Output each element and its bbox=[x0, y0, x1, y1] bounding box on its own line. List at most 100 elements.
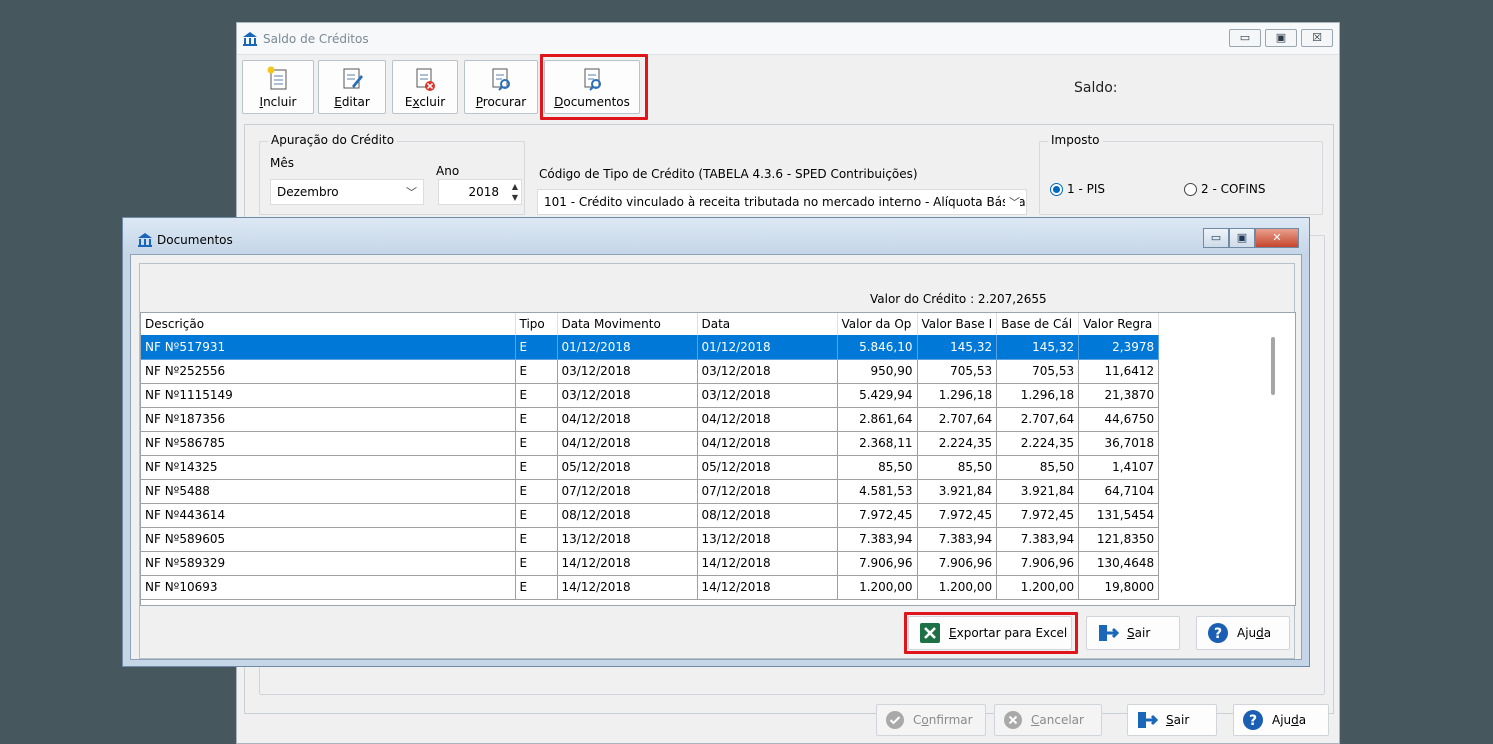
table-cell: 05/12/2018 bbox=[697, 455, 838, 480]
table-cell: 1.200,00 bbox=[837, 575, 918, 600]
table-cell: NF Nº443614 bbox=[141, 503, 516, 528]
table-cell: E bbox=[515, 431, 558, 456]
table-row[interactable]: NF Nº10693 E 14/12/2018 14/12/2018 1.200,00 1… bbox=[141, 575, 1160, 600]
svg-text:?: ? bbox=[1214, 626, 1222, 642]
radio-cofins-label: 2 - COFINS bbox=[1201, 182, 1266, 196]
radio-selected-icon bbox=[1050, 182, 1063, 196]
table-cell: 07/12/2018 bbox=[697, 479, 838, 504]
minimize-button[interactable]: ▭ bbox=[1229, 29, 1261, 47]
doc-sair-label: air bbox=[1134, 626, 1151, 640]
close-button[interactable]: ☒ bbox=[1301, 29, 1333, 47]
doc-close-button[interactable]: ✕ bbox=[1255, 228, 1299, 248]
table-cell: NF Nº187356 bbox=[141, 407, 516, 432]
saldo-label: Saldo: bbox=[1074, 80, 1118, 96]
table-cell: 705,53 bbox=[917, 359, 998, 384]
editar-label: ditar bbox=[341, 95, 370, 109]
table-cell: 7.972,45 bbox=[996, 503, 1080, 528]
table-cell: 04/12/2018 bbox=[697, 431, 838, 456]
documentos-highlight bbox=[540, 54, 648, 120]
table-cell: 7.906,96 bbox=[996, 551, 1080, 576]
doc-minimize-button[interactable]: ▭ bbox=[1203, 228, 1229, 248]
table-cell: 14/12/2018 bbox=[557, 575, 698, 600]
table-cell: 08/12/2018 bbox=[557, 503, 698, 528]
ajuda-button[interactable]: ? Ajuda bbox=[1233, 704, 1329, 736]
table-cell: 03/12/2018 bbox=[557, 383, 698, 408]
column-header[interactable]: Tipo bbox=[515, 313, 558, 335]
column-header[interactable]: Data bbox=[697, 313, 838, 335]
cancel-circle-icon bbox=[1004, 711, 1022, 729]
vertical-scrollbar[interactable] bbox=[1271, 337, 1275, 395]
confirmar-button[interactable]: Confirmar bbox=[876, 704, 986, 736]
table-row[interactable]: NF Nº517931 E 01/12/2018 01/12/2018 5.846,10… bbox=[141, 335, 1160, 360]
table-cell: 3.921,84 bbox=[917, 479, 998, 504]
table-row[interactable]: NF Nº586785 E 04/12/2018 04/12/2018 2.368,11… bbox=[141, 431, 1160, 456]
table-cell: 85,50 bbox=[996, 455, 1080, 480]
mes-select[interactable]: Dezembro ﹀ bbox=[270, 179, 424, 205]
table-row[interactable]: NF Nº589605 E 13/12/2018 13/12/2018 7.383,94… bbox=[141, 527, 1160, 552]
table-cell: 7.383,94 bbox=[837, 527, 918, 552]
close-icon: ☒ bbox=[1312, 31, 1322, 44]
apuracao-legend: Apuração do Crédito bbox=[268, 133, 398, 147]
table-cell: 950,90 bbox=[837, 359, 918, 384]
doc-sair-mnemonic: S bbox=[1127, 626, 1135, 640]
table-cell: NF Nº5488 bbox=[141, 479, 516, 504]
table-cell: 1.296,18 bbox=[996, 383, 1080, 408]
imposto-group: Imposto 1 - PIS 2 - COFINS bbox=[1039, 133, 1323, 215]
maximize-button[interactable]: ▣ bbox=[1265, 29, 1297, 47]
table-cell: 7.906,96 bbox=[917, 551, 998, 576]
valor-credito-label: Valor do Crédito : 2.207,2655 bbox=[870, 292, 1047, 306]
ano-spinner[interactable]: 2018 ▲ ▼ bbox=[438, 179, 522, 205]
editar-button[interactable]: Editar bbox=[318, 60, 386, 114]
table-cell: 36,7018 bbox=[1078, 431, 1160, 456]
table-cell: 7.972,45 bbox=[837, 503, 918, 528]
codigo-label: Código de Tipo de Crédito (TABELA 4.3.6 … bbox=[539, 167, 918, 181]
table-cell: 14/12/2018 bbox=[697, 551, 838, 576]
documentos-grid[interactable]: Descrição Tipo Data Movimento Data Valor da … bbox=[140, 312, 1296, 606]
procurar-button[interactable]: Procurar bbox=[464, 60, 538, 114]
column-header[interactable]: Descrição bbox=[141, 313, 516, 335]
table-row[interactable]: NF Nº443614 E 08/12/2018 08/12/2018 7.972,45… bbox=[141, 503, 1160, 528]
doc-maximize-button[interactable]: ▣ bbox=[1229, 228, 1255, 248]
table-cell: 2.707,64 bbox=[917, 407, 998, 432]
incluir-button[interactable]: Incluir bbox=[242, 60, 314, 114]
table-cell: 2.224,35 bbox=[917, 431, 998, 456]
cancelar-button[interactable]: Cancelar bbox=[994, 704, 1102, 736]
help-icon: ? bbox=[1243, 710, 1263, 730]
table-row[interactable]: NF Nº1115149 E 03/12/2018 03/12/2018 5.429,9… bbox=[141, 383, 1160, 408]
table-row[interactable]: NF Nº14325 E 05/12/2018 05/12/2018 85,50 85,5… bbox=[141, 455, 1160, 480]
check-circle-icon bbox=[886, 711, 904, 729]
table-row[interactable]: NF Nº589329 E 14/12/2018 14/12/2018 7.906,96… bbox=[141, 551, 1160, 576]
table-cell: 04/12/2018 bbox=[557, 431, 698, 456]
table-cell: E bbox=[515, 551, 558, 576]
column-header[interactable]: Valor da Op bbox=[837, 313, 918, 335]
table-cell: 2.224,35 bbox=[996, 431, 1080, 456]
table-cell: 2,3978 bbox=[1078, 335, 1160, 360]
cancelar-label: ancelar bbox=[1039, 713, 1084, 727]
sair-button[interactable]: Sair bbox=[1127, 704, 1217, 736]
column-header[interactable]: Valor Base I bbox=[917, 313, 998, 335]
doc-sair-button[interactable]: Sair bbox=[1086, 616, 1180, 650]
table-cell: E bbox=[515, 455, 558, 480]
table-cell: 1.296,18 bbox=[917, 383, 998, 408]
main-titlebar: Saldo de Créditos ▭ ▣ ☒ bbox=[237, 23, 1339, 55]
radio-cofins[interactable]: 2 - COFINS bbox=[1184, 182, 1265, 196]
mes-value: Dezembro bbox=[277, 185, 339, 199]
table-cell: NF Nº586785 bbox=[141, 431, 516, 456]
excluir-button[interactable]: Excluir bbox=[392, 60, 458, 114]
table-cell: 44,6750 bbox=[1078, 407, 1160, 432]
table-cell: E bbox=[515, 575, 558, 600]
codigo-select[interactable]: 101 - Crédito vinculado à receita tribut… bbox=[537, 189, 1027, 215]
column-header[interactable]: Base de Cál bbox=[996, 313, 1080, 335]
table-row[interactable]: NF Nº252556 E 03/12/2018 03/12/2018 950,90 70… bbox=[141, 359, 1160, 384]
incluir-label: ncluir bbox=[263, 95, 297, 109]
column-header[interactable]: Valor Regra bbox=[1078, 313, 1160, 335]
table-row[interactable]: NF Nº187356 E 04/12/2018 04/12/2018 2.861,64… bbox=[141, 407, 1160, 432]
table-row[interactable]: NF Nº5488 E 07/12/2018 07/12/2018 4.581,53 3.… bbox=[141, 479, 1160, 504]
spin-arrows-icon[interactable]: ▲ ▼ bbox=[512, 181, 518, 203]
radio-pis[interactable]: 1 - PIS bbox=[1050, 182, 1105, 196]
procurar-label: rocurar bbox=[482, 95, 527, 109]
table-cell: 08/12/2018 bbox=[697, 503, 838, 528]
doc-ajuda-button[interactable]: ? Ajuda bbox=[1196, 616, 1290, 650]
table-cell: 14/12/2018 bbox=[697, 575, 838, 600]
column-header[interactable]: Data Movimento bbox=[557, 313, 698, 335]
